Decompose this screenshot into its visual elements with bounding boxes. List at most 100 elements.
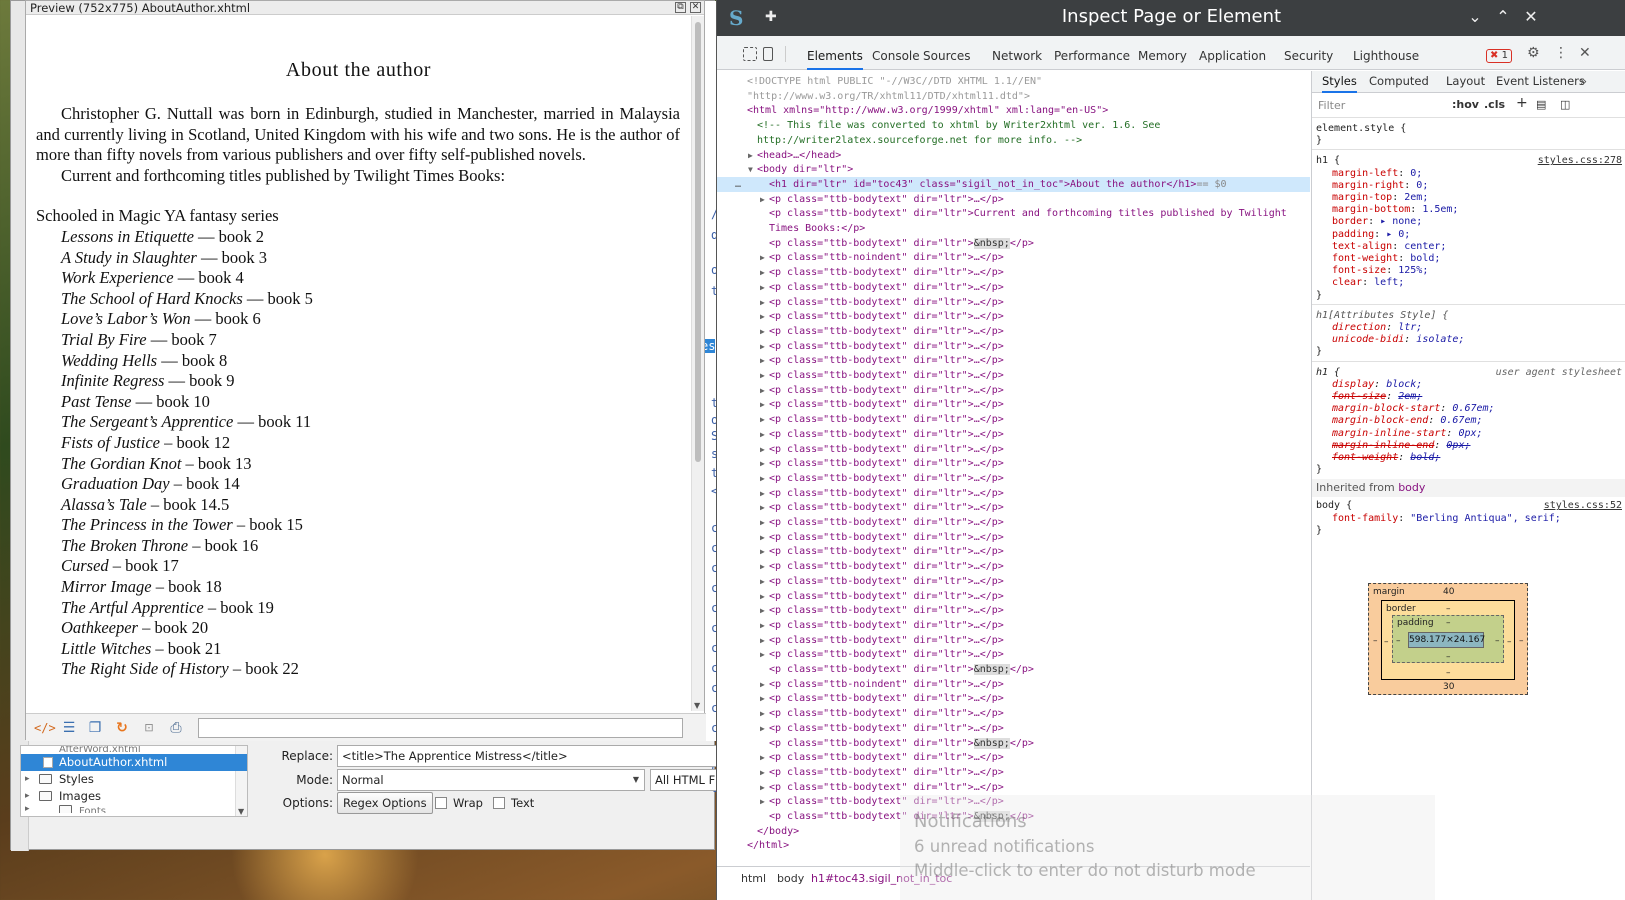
css-property[interactable]: unicode-bidi: isolate; [1332,334,1464,347]
more-options-icon[interactable]: ⋮ [1554,45,1568,61]
book-browser[interactable]: ▼ AfterWord.xhtml AboutAuthor.xhtml ▸ Styles… [20,745,248,817]
file-tree-item[interactable]: AboutAuthor.xhtml [21,754,247,771]
close-devtools-icon[interactable]: ✕ [1579,45,1591,61]
css-property[interactable]: margin-top: 2em; [1332,192,1428,205]
styles-filter-input[interactable]: Filter [1316,97,1444,114]
css-property[interactable]: margin-left: 0; [1332,168,1422,181]
css-property-value[interactable]: 0; [1416,180,1428,191]
dom-node[interactable]: ▶ <p class="ttb-bodytext" dir="ltr">…</p> [717,530,1310,545]
dom-node[interactable]: ▶ <p class="ttb-bodytext" dir="ltr">…</p> [717,442,1310,457]
expand-arrow-icon[interactable]: ▶ [760,706,765,721]
expand-arrow-icon[interactable]: ▶ [760,250,765,265]
css-property-value[interactable]: "Berling Antiqua", serif; [1410,513,1561,524]
expand-arrow-icon[interactable]: ▶ [760,750,765,765]
file-tree-item[interactable]: ▸ Images [21,788,247,805]
dom-node[interactable]: ▶ <p class="ttb-noindent" dir="ltr">…</p> [717,677,1310,692]
dom-node[interactable]: ▶ <p class="ttb-noindent" dir="ltr">…</p> [717,250,1310,265]
dom-node[interactable]: <!DOCTYPE html PUBLIC "-//W3C//DTD XHTML… [717,74,1310,89]
file-tree-item[interactable]: AfterWord.xhtml [21,746,247,754]
dom-node[interactable]: <!-- This file was converted to xhtml by… [717,118,1310,133]
dom-node[interactable]: ▶ <p class="ttb-bodytext" dir="ltr">…</p> [717,353,1310,368]
css-property-name[interactable]: margin-block-start [1332,403,1440,414]
expand-arrow-icon[interactable]: ▶ [760,192,765,207]
css-property-value[interactable]: ltr; [1398,322,1422,333]
css-property[interactable]: margin-bottom: 1.5em; [1332,204,1458,217]
dom-node[interactable]: ▶ <p class="ttb-bodytext" dir="ltr">…</p> [717,412,1310,427]
preview-scroll-thumb[interactable] [695,22,701,462]
css-property[interactable]: display: block; [1332,379,1422,392]
dom-node[interactable]: ▶ <p class="ttb-bodytext" dir="ltr">…</p> [717,265,1310,280]
css-property-name[interactable]: font-weight [1332,452,1398,463]
expand-arrow-icon[interactable]: ▶ [760,397,765,412]
css-property-name[interactable]: text-align [1332,241,1392,252]
css-property-name[interactable]: font-weight [1332,253,1398,264]
expand-arrow-icon[interactable]: ▶ [760,265,765,280]
css-property-name[interactable]: display [1332,379,1374,390]
scope-select[interactable]: All HTML F [650,769,720,791]
tab-security[interactable]: Security [1284,36,1333,70]
css-property-name[interactable]: font-size [1332,391,1386,402]
dom-node[interactable]: ▶ <p class="ttb-bodytext" dir="ltr">…</p> [717,383,1310,398]
tab-layout[interactable]: Layout [1446,71,1485,93]
dom-node[interactable]: ▶ <p class="ttb-bodytext" dir="ltr">…</p> [717,309,1310,324]
css-property[interactable]: margin-right: 0; [1332,180,1428,193]
box-model-border-bottom[interactable]: – [1446,668,1451,678]
css-property-name[interactable]: margin-block-end [1332,415,1428,426]
css-property[interactable]: margin-block-end: 0.67em; [1332,415,1483,428]
expand-arrow-icon[interactable]: ▶ [760,324,765,339]
body-rule-source-link[interactable]: styles.css:52 [1544,500,1622,511]
dom-node[interactable]: ▶ <p class="ttb-bodytext" dir="ltr">…</p> [717,647,1310,662]
dom-node[interactable]: <p class="ttb-bodytext" dir="ltr">&nbsp;… [717,662,1310,677]
tab-sources[interactable]: Sources [923,36,970,70]
expand-arrow-icon[interactable]: ▶ [760,412,765,427]
dom-node[interactable]: <p class="ttb-bodytext" dir="ltr">&nbsp;… [717,236,1310,251]
print-icon[interactable]: ⎙ [167,719,185,737]
expand-arrow-icon[interactable]: ▶ [760,442,765,457]
add-rule-icon[interactable]: + [1516,95,1528,111]
expand-arrow-icon[interactable]: ▶ [760,574,765,589]
css-property-name[interactable]: border [1332,216,1368,227]
gear-icon[interactable]: ⚙ [1527,45,1540,61]
expand-arrow-icon[interactable]: ▶ [760,530,765,545]
dom-node[interactable]: ▶ <p class="ttb-bodytext" dir="ltr">…</p> [717,456,1310,471]
dom-node-selected[interactable]: … <h1 dir="ltr" id="toc43" class="sigil_n… [717,176,1310,192]
toggle-sidebar-icon[interactable]: ◫ [1560,98,1570,111]
box-model-padding-bottom[interactable]: – [1446,652,1451,662]
inherited-from-link[interactable]: body [1398,481,1425,494]
tab-application[interactable]: Application [1199,36,1266,70]
more-actions-icon[interactable]: … [735,177,741,192]
expand-arrow-icon[interactable]: ▶ [760,603,765,618]
css-property-value[interactable]: 0.67em; [1440,415,1482,426]
box-model-padding-top[interactable]: – [1446,618,1451,628]
file-tree-item[interactable]: ▸ Fonts [21,805,247,813]
expand-arrow-icon[interactable]: ▶ [760,794,765,809]
box-model-border-left[interactable]: – [1384,637,1389,647]
dom-node[interactable]: <html xmlns="http://www.w3.org/1999/xhtm… [717,103,1310,118]
expand-arrow-icon[interactable]: ▶ [760,309,765,324]
dom-node[interactable]: ▶ <p class="ttb-bodytext" dir="ltr">…</p> [717,295,1310,310]
dom-node[interactable]: ▶ <p class="ttb-bodytext" dir="ltr">…</p> [717,721,1310,736]
box-model-border-top[interactable]: – [1446,604,1451,614]
expand-arrow-icon[interactable]: ▶ [748,148,753,163]
css-property-value[interactable]: bold; [1410,452,1440,463]
css-property-value[interactable]: block; [1386,379,1422,390]
css-property[interactable]: font-size: 2em; [1332,391,1422,404]
maximize-icon[interactable]: ⌃ [1493,7,1513,26]
error-count-badge[interactable]: ✖ 1 [1486,49,1512,63]
css-property-value[interactable]: isolate; [1416,334,1464,345]
expand-arrow-icon[interactable]: ▸ [25,788,30,805]
css-property-value[interactable]: left; [1374,277,1404,288]
hover-state-toggle[interactable]: :hov [1452,98,1479,111]
css-property-value[interactable]: 0; [1410,168,1422,179]
dom-node[interactable]: ▶ <p class="ttb-bodytext" dir="ltr">…</p> [717,633,1310,648]
scroll-down-icon[interactable]: ▼ [694,701,700,710]
css-property-name[interactable]: font-family [1332,513,1398,524]
css-property-name[interactable]: margin-inline-end [1332,440,1434,451]
expand-arrow-icon[interactable]: ▶ [760,677,765,692]
regex-options-button[interactable]: Regex Options [337,792,433,814]
minimize-icon[interactable]: ⌄ [1465,7,1485,26]
dom-node[interactable]: ▶ <p class="ttb-bodytext" dir="ltr">…</p> [717,780,1310,795]
tab-computed[interactable]: Computed [1369,71,1429,93]
css-property[interactable]: margin-block-start: 0.67em; [1332,403,1495,416]
expand-arrow-icon[interactable]: ▶ [760,633,765,648]
